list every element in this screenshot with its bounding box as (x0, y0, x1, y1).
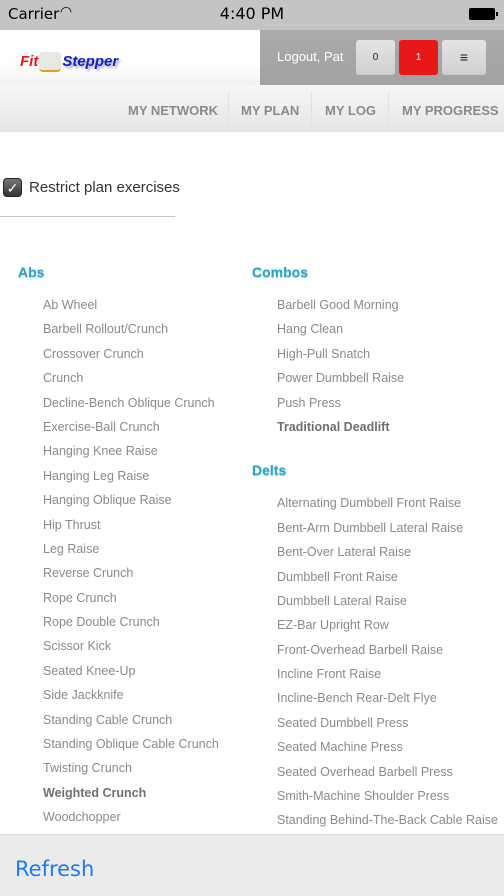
exercise-item[interactable]: Ab Wheel (18, 293, 219, 317)
exercise-item[interactable]: EZ-Bar Upright Row (252, 613, 498, 637)
exercise-item[interactable]: Leg Raise (18, 537, 219, 561)
clock: 4:40 PM (219, 4, 285, 23)
exercise-item[interactable]: Side Jackknife (18, 683, 219, 707)
exercise-column-right: Combos Barbell Good Morning Hang Clean High… (252, 259, 498, 851)
group-heading: Delts (252, 462, 287, 479)
exercise-item[interactable]: Traditional Deadlift (252, 415, 498, 439)
exercise-item[interactable]: Rope Crunch (18, 586, 219, 610)
group-heading: Abs (18, 264, 45, 280)
group-heading: Combos (252, 264, 308, 280)
user-bar: Logout, Pat 0 1 ≡ (260, 30, 504, 85)
logo-figure-icon (39, 52, 62, 72)
exercise-item[interactable]: Hanging Leg Raise (18, 464, 219, 488)
nav-divider (388, 91, 389, 132)
notifications-button[interactable]: 0 (356, 40, 395, 75)
exercise-item[interactable]: Hanging Knee Raise (18, 439, 219, 463)
exercise-group: Abs Ab Wheel Barbell Rollout/Crunch Crossov… (18, 259, 219, 830)
exercise-group: Combos Barbell Good Morning Hang Clean High… (252, 259, 498, 439)
logout-link[interactable]: Logout, Pat (277, 49, 344, 64)
refresh-button[interactable]: Refresh (15, 857, 94, 881)
exercise-item[interactable]: Standing Oblique Cable Crunch (18, 732, 219, 756)
divider (0, 216, 175, 217)
logo-fit: Fit (20, 52, 39, 70)
messages-button[interactable]: 1 (399, 40, 438, 75)
nav-my-network[interactable]: MY NETWORK (128, 85, 218, 132)
status-bar: Carrier ◠ 4:40 PM (0, 0, 504, 30)
exercise-item[interactable]: Crunch (18, 366, 219, 390)
logo-stepper: Stepper (62, 52, 119, 70)
exercise-item[interactable]: Bent-Over Lateral Raise (252, 540, 498, 564)
main-nav: MY NETWORK MY PLAN MY LOG MY PROGRESS (0, 85, 504, 132)
exercise-item[interactable]: Bent-Arm Dumbbell Lateral Raise (252, 516, 498, 540)
checkbox-checked-icon[interactable]: ✓ (3, 178, 22, 197)
brand-bar: Fit Stepper (0, 30, 260, 85)
exercise-item[interactable]: Woodchopper (18, 805, 219, 829)
battery-icon (469, 8, 498, 20)
exercise-item[interactable]: Smith-Machine Shoulder Press (252, 784, 498, 808)
exercise-item[interactable]: Incline-Bench Rear-Delt Flye (252, 686, 498, 710)
exercise-column-left: Abs Ab Wheel Barbell Rollout/Crunch Crossov… (18, 259, 219, 848)
exercise-item[interactable]: Twisting Crunch (18, 756, 219, 780)
exercise-item[interactable]: Hanging Oblique Raise (18, 488, 219, 512)
exercise-item[interactable]: Weighted Crunch (18, 781, 219, 805)
exercise-item[interactable]: Reverse Crunch (18, 561, 219, 585)
nav-my-log[interactable]: MY LOG (325, 85, 376, 132)
exercise-item[interactable]: Dumbbell Lateral Raise (252, 589, 498, 613)
exercise-item[interactable]: Push Press (252, 391, 498, 415)
exercise-item[interactable]: Scissor Kick (18, 634, 219, 658)
menu-icon[interactable]: ≡ (442, 40, 486, 75)
exercise-group: Delts Alternating Dumbbell Front Raise Ben… (252, 457, 498, 832)
exercise-item[interactable]: Standing Behind-The-Back Cable Raise (252, 808, 498, 832)
logo[interactable]: Fit Stepper (20, 52, 118, 72)
nav-divider (311, 91, 312, 132)
bottom-toolbar: Refresh (0, 834, 504, 896)
exercise-item[interactable]: Seated Knee-Up (18, 659, 219, 683)
exercise-item[interactable]: Seated Dumbbell Press (252, 711, 498, 735)
exercise-item[interactable]: Barbell Rollout/Crunch (18, 317, 219, 341)
nav-divider (228, 91, 229, 132)
exercise-item[interactable]: Decline-Bench Oblique Crunch (18, 391, 219, 415)
exercise-item[interactable]: Incline Front Raise (252, 662, 498, 686)
exercise-item[interactable]: Power Dumbbell Raise (252, 366, 498, 390)
exercise-item[interactable]: Barbell Good Morning (252, 293, 498, 317)
exercise-item[interactable]: Dumbbell Front Raise (252, 565, 498, 589)
nav-my-plan[interactable]: MY PLAN (241, 85, 299, 132)
exercise-item[interactable]: Rope Double Crunch (18, 610, 219, 634)
exercise-item[interactable]: Crossover Crunch (18, 342, 219, 366)
exercise-item[interactable]: Seated Machine Press (252, 735, 498, 759)
exercise-item[interactable]: High-Pull Snatch (252, 342, 498, 366)
exercise-item[interactable]: Hip Thrust (18, 513, 219, 537)
exercise-item[interactable]: Hang Clean (252, 317, 498, 341)
exercise-item[interactable]: Seated Overhead Barbell Press (252, 760, 498, 784)
exercise-item[interactable]: Alternating Dumbbell Front Raise (252, 491, 498, 515)
nav-my-progress[interactable]: MY PROGRESS (402, 85, 499, 132)
exercise-item[interactable]: Front-Overhead Barbell Raise (252, 638, 498, 662)
exercise-item[interactable]: Exercise-Ball Crunch (18, 415, 219, 439)
exercise-item[interactable]: Standing Cable Crunch (18, 708, 219, 732)
restrict-plan-toggle[interactable]: ✓ Restrict plan exercises (3, 178, 180, 197)
restrict-label: Restrict plan exercises (29, 179, 180, 196)
